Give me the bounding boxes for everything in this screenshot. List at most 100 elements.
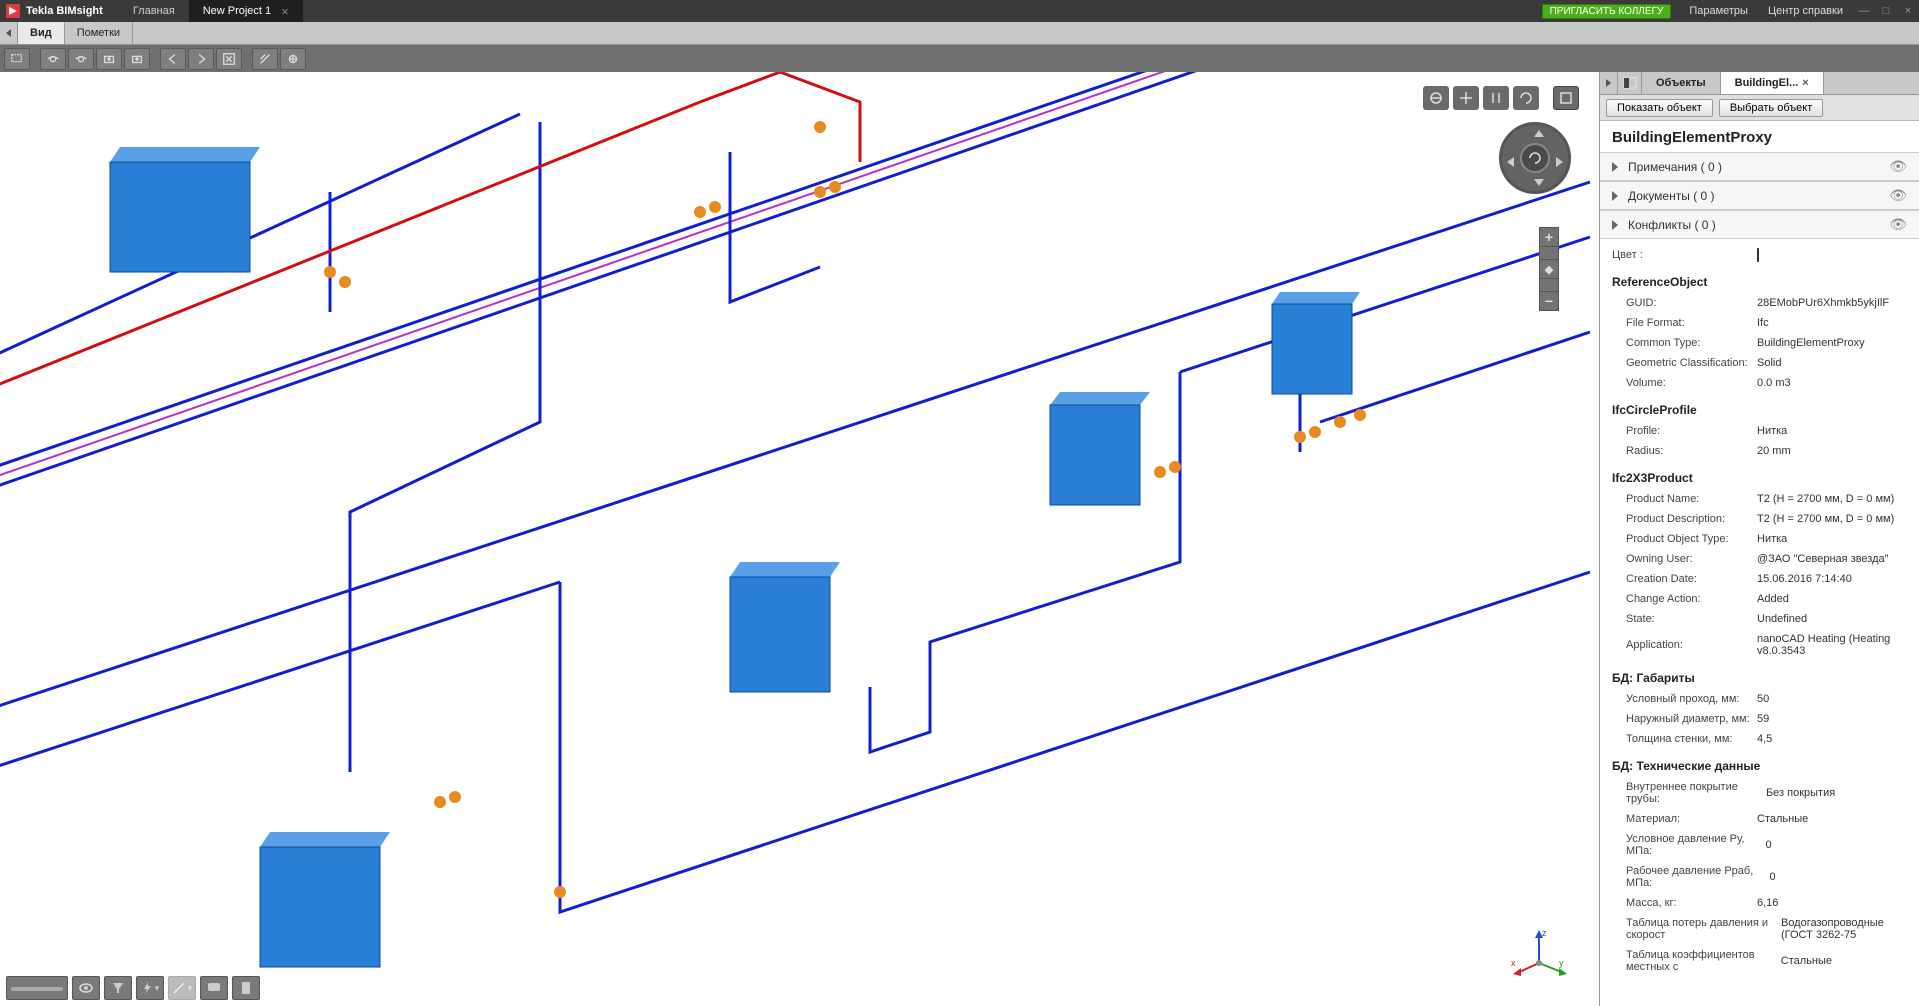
prop-label: Creation Date: <box>1626 573 1697 585</box>
prop-label: Volume: <box>1626 377 1666 389</box>
svg-text:y: y <box>1559 958 1564 968</box>
pan-icon[interactable] <box>1453 86 1479 110</box>
markup-tool[interactable] <box>280 48 306 70</box>
tab-home[interactable]: Главная <box>119 0 189 22</box>
opacity-slider[interactable] <box>6 976 68 1000</box>
measure-tool[interactable] <box>252 48 278 70</box>
section-button[interactable]: ▾ <box>168 976 196 1000</box>
acc-conflicts[interactable]: Конфликты ( 0 ) 👁 <box>1600 210 1919 239</box>
prop-value: Solid <box>1757 357 1907 369</box>
prop-value: Undefined <box>1757 613 1907 625</box>
tab-close-icon[interactable]: × <box>1802 77 1808 89</box>
bottom-toolbar: ▾ ▾ <box>6 976 260 1000</box>
tab-project[interactable]: New Project 1 × <box>189 0 303 22</box>
axis-gizmo[interactable]: z y x <box>1509 928 1569 978</box>
prop-value: T2 (H = 2700 мм, D = 0 мм) <box>1757 513 1907 525</box>
prop-label: Наружный диаметр, мм: <box>1626 713 1750 725</box>
prop-value: @ЗАО "Северная звезда" <box>1757 553 1907 565</box>
toolbar <box>0 45 1919 72</box>
prop-value: Нитка <box>1757 425 1907 437</box>
prop-label: Geometric Classification: <box>1626 357 1748 369</box>
tab-home-label: Главная <box>133 5 175 17</box>
orbit-icon[interactable] <box>1423 86 1449 110</box>
prop-label: Change Action: <box>1626 593 1701 605</box>
acc-docs-label: Документы ( 0 ) <box>1628 189 1715 203</box>
nav-right-tool[interactable] <box>188 48 214 70</box>
section-circle: IfcCircleProfile <box>1612 393 1907 421</box>
element-tab[interactable]: BuildingEl...× <box>1721 72 1824 94</box>
select-object-button[interactable]: Выбрать объект <box>1719 99 1823 117</box>
nav-left-tool[interactable] <box>160 48 186 70</box>
close-window-icon[interactable]: × <box>1897 5 1919 17</box>
prop-value: 6,16 <box>1757 897 1907 909</box>
flash-button[interactable]: ▾ <box>136 976 164 1000</box>
color-swatch[interactable] <box>1757 248 1759 262</box>
left-panel-toggle[interactable] <box>0 22 18 44</box>
prop-label: Масса, кг: <box>1626 897 1677 909</box>
invite-button[interactable]: ПРИГЛАСИТЬ КОЛЛЕГУ <box>1542 4 1672 19</box>
zoom-mid-button[interactable]: ◆ <box>1539 259 1559 279</box>
prop-value: Стальные <box>1781 955 1907 967</box>
tab-project-label: New Project 1 <box>203 5 271 17</box>
zoom-in-button[interactable]: + <box>1539 227 1559 247</box>
prop-label: Условный проход, мм: <box>1626 693 1739 705</box>
color-label: Цвет : <box>1612 249 1643 261</box>
acc-notes-label: Примечания ( 0 ) <box>1628 160 1722 174</box>
objects-tab[interactable]: Объекты <box>1642 72 1721 94</box>
nav-wheel[interactable] <box>1499 122 1571 194</box>
prop-value: Ifc <box>1757 317 1907 329</box>
fit-tool[interactable] <box>216 48 242 70</box>
menu-params[interactable]: Параметры <box>1679 5 1758 17</box>
right-panel: Объекты BuildingEl...× Показать объект В… <box>1599 72 1919 1006</box>
select-tool[interactable] <box>4 48 30 70</box>
element-title: BuildingElementProxy <box>1600 121 1919 152</box>
prop-value: 20 mm <box>1757 445 1907 457</box>
prop-value: 0.0 m3 <box>1757 377 1907 389</box>
panel-icon[interactable] <box>1618 72 1642 94</box>
prop-value: 28EMobPUr6Xhmkb5ykjIlF <box>1757 297 1907 309</box>
acc-docs[interactable]: Документы ( 0 ) 👁 <box>1600 181 1919 210</box>
element-tab-label: BuildingEl... <box>1735 77 1799 89</box>
visibility-tool-1[interactable] <box>40 48 66 70</box>
3d-viewport[interactable]: + ◆ − z y x ▾ ▾ <box>0 72 1599 1006</box>
visibility-tool-2[interactable] <box>68 48 94 70</box>
fullscreen-icon[interactable] <box>1553 86 1579 110</box>
prop-value: Стальные <box>1757 813 1907 825</box>
visibility-tool-4[interactable] <box>124 48 150 70</box>
rotate-icon[interactable] <box>1513 86 1539 110</box>
eye-icon[interactable]: 👁 <box>1889 158 1907 175</box>
eye-icon[interactable]: 👁 <box>1889 187 1907 204</box>
prop-label: Толщина стенки, мм: <box>1626 733 1732 745</box>
visibility-tool-3[interactable] <box>96 48 122 70</box>
prop-value: 15.06.2016 7:14:40 <box>1757 573 1907 585</box>
menu-help[interactable]: Центр справки <box>1758 5 1853 17</box>
eye-button[interactable] <box>72 976 100 1000</box>
comment-button[interactable] <box>200 976 228 1000</box>
right-panel-toggle[interactable] <box>1600 72 1618 94</box>
section-product: Ifc2X3Product <box>1612 461 1907 489</box>
close-icon[interactable]: × <box>281 4 289 19</box>
acc-notes[interactable]: Примечания ( 0 ) 👁 <box>1600 152 1919 181</box>
prop-label: Материал: <box>1626 813 1680 825</box>
minimize-icon[interactable]: — <box>1853 5 1875 17</box>
view-tab[interactable]: Вид <box>18 22 65 44</box>
main-area: + ◆ − z y x ▾ ▾ <box>0 72 1919 1006</box>
prop-value: 0 <box>1765 839 1907 851</box>
doc-button[interactable] <box>232 976 260 1000</box>
maximize-icon[interactable]: □ <box>1875 5 1897 17</box>
acc-conflicts-label: Конфликты ( 0 ) <box>1628 218 1716 232</box>
zoom-out-button[interactable]: − <box>1539 291 1559 311</box>
prop-value: Нитка <box>1757 533 1907 545</box>
show-object-button[interactable]: Показать объект <box>1606 99 1713 117</box>
zoom-column: + ◆ − <box>1539 227 1559 311</box>
filter-button[interactable] <box>104 976 132 1000</box>
prop-value: 0 <box>1770 871 1907 883</box>
eye-icon[interactable]: 👁 <box>1889 216 1907 233</box>
zoom-icon[interactable] <box>1483 86 1509 110</box>
prop-value: BuildingElementProxy <box>1757 337 1907 349</box>
prop-label: GUID: <box>1626 297 1657 309</box>
prop-value: T2 (H = 2700 мм, D = 0 мм) <box>1757 493 1907 505</box>
app-name: Tekla BIMsight <box>26 5 119 17</box>
markup-tab[interactable]: Пометки <box>65 22 133 44</box>
app-logo <box>6 4 20 18</box>
